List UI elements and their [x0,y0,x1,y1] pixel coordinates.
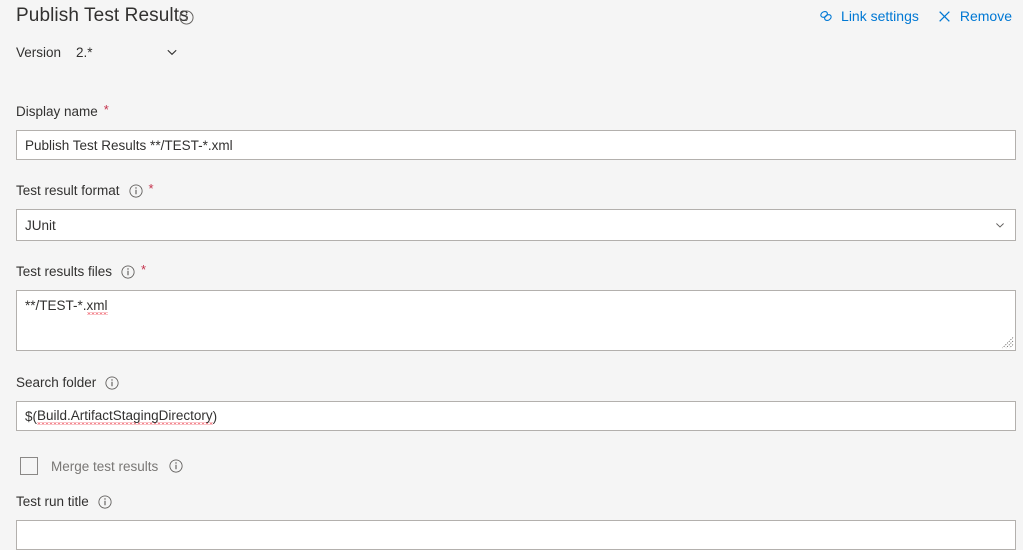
task-form: Display name * Publish Test Results **/T… [0,103,1023,550]
test-run-title-control [0,520,1023,550]
link-icon [818,8,834,24]
panel-header: Publish Test Results Link settings Remov… [0,0,1023,40]
info-icon[interactable] [121,264,135,279]
field-test-result-format: Test result format * JUnit [0,182,1023,241]
merge-test-results-label: Merge test results [51,458,159,474]
test-results-files-control: **/TEST-*.xml [0,290,1023,351]
search-folder-label: Search folder [0,374,1023,391]
link-settings-button[interactable]: Link settings [818,7,919,25]
version-value: 2.* [76,44,93,60]
required-indicator: * [141,262,147,277]
test-run-title-label: Test run title [0,493,1023,510]
link-settings-label: Link settings [841,8,919,24]
info-icon[interactable] [128,183,143,198]
search-folder-value-suffix: ) [212,408,218,424]
test-results-files-textarea[interactable]: **/TEST-*.xml [16,290,1016,351]
search-folder-value-misspelled: Build.ArtifactStagingDirectory [37,407,213,423]
field-merge-test-results: Merge test results [0,456,1023,476]
merge-test-results-row[interactable]: Merge test results [0,456,1023,476]
info-icon[interactable] [169,459,183,473]
search-folder-label-text: Search folder [16,375,97,390]
test-run-title-input[interactable] [16,520,1016,550]
test-result-format-label-text: Test result format [16,183,120,198]
display-name-input[interactable]: Publish Test Results **/TEST-*.xml [16,130,1016,160]
test-results-files-label: Test results files * [0,263,1023,280]
test-results-files-value-misspelled: xml [86,298,108,313]
close-icon [937,8,953,24]
header-actions: Link settings Remove [818,7,1012,25]
task-configuration-panel: Publish Test Results Link settings Remov… [0,0,1023,550]
display-name-label-text: Display name [16,104,98,119]
test-result-format-select[interactable]: JUnit [16,209,1016,241]
chevron-down-icon[interactable] [165,45,179,59]
version-label: Version [16,44,62,60]
merge-test-results-checkbox[interactable] [20,457,38,475]
page-title: Publish Test Results [16,5,189,26]
field-display-name: Display name * Publish Test Results **/T… [0,103,1023,160]
display-name-control: Publish Test Results **/TEST-*.xml [0,130,1023,160]
field-test-run-title: Test run title [0,493,1023,550]
info-icon[interactable] [179,10,194,25]
test-run-title-label-text: Test run title [16,494,89,509]
test-result-format-label: Test result format * [0,182,1023,199]
required-indicator: * [103,102,109,117]
test-results-files-value-prefix: **/TEST-*. [25,298,87,313]
required-indicator: * [148,181,154,196]
info-icon[interactable] [98,494,112,509]
search-folder-input[interactable]: $(Build.ArtifactStagingDirectory) [16,401,1016,431]
search-folder-value-prefix: $( [25,408,38,424]
field-search-folder: Search folder $(Build.ArtifactStagingDir… [0,374,1023,431]
version-selector[interactable]: Version 2.* [16,42,179,62]
test-result-format-value: JUnit [25,217,56,233]
remove-button[interactable]: Remove [937,7,1012,25]
remove-label: Remove [959,8,1012,24]
field-test-results-files: Test results files * **/TEST-*.xml [0,263,1023,351]
test-results-files-label-text: Test results files [16,264,113,279]
display-name-label: Display name * [0,103,1023,120]
search-folder-control: $(Build.ArtifactStagingDirectory) [0,401,1023,431]
info-icon[interactable] [105,375,119,390]
resize-handle[interactable] [1001,336,1014,349]
chevron-down-icon[interactable] [994,219,1006,231]
test-result-format-control: JUnit [0,209,1023,241]
